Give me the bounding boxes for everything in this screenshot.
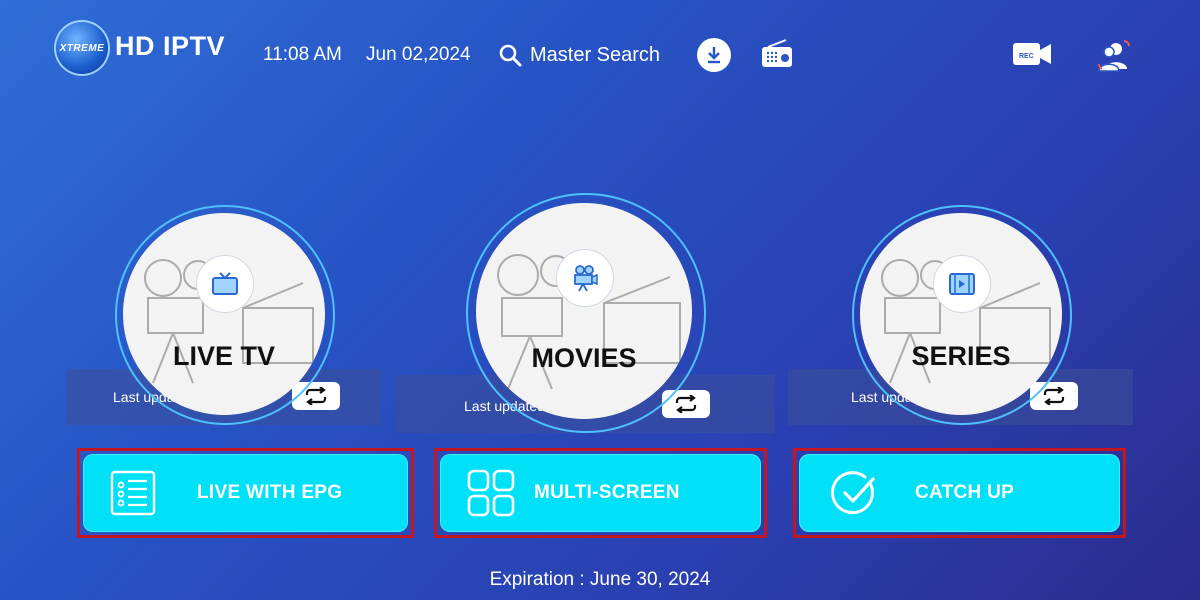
multi-screen-button[interactable]: MULTI-SCREEN bbox=[434, 448, 767, 538]
list-icon bbox=[110, 470, 156, 516]
switch-user-button[interactable] bbox=[1096, 38, 1132, 79]
expiration-date: Expiration : June 30, 2024 bbox=[489, 569, 711, 590]
download-icon bbox=[708, 47, 720, 64]
film-equipment-illustration bbox=[497, 254, 681, 390]
master-search-label: Master Search bbox=[530, 43, 661, 66]
radio-button[interactable] bbox=[760, 39, 794, 74]
film-icon bbox=[949, 273, 975, 295]
multi-screen-label: MULTI-SCREEN bbox=[534, 482, 680, 503]
projector-icon bbox=[574, 265, 598, 292]
rec-badge: REC bbox=[1019, 53, 1034, 60]
live-tv-card[interactable]: LIVE TV bbox=[115, 205, 335, 425]
movies-disc: MOVIES bbox=[476, 203, 692, 419]
multi-screen-surface: MULTI-SCREEN bbox=[440, 454, 761, 532]
live-with-epg-button[interactable]: LIVE WITH EPG bbox=[77, 448, 414, 538]
series-card[interactable]: SERIES bbox=[852, 205, 1072, 425]
master-search-button[interactable]: Master Search bbox=[498, 40, 660, 70]
download-button[interactable] bbox=[697, 38, 731, 72]
clock-time: 11:08 AM bbox=[263, 44, 342, 65]
live-with-epg-label: LIVE WITH EPG bbox=[197, 482, 343, 503]
current-date: Jun 02,2024 bbox=[366, 44, 471, 65]
movies-icon-badge bbox=[556, 249, 614, 307]
live-tv-label: LIVE TV bbox=[172, 341, 275, 371]
logo-text: XTREME bbox=[59, 42, 105, 54]
tv-icon bbox=[212, 272, 238, 295]
record-button[interactable]: REC bbox=[1012, 40, 1052, 73]
app-logo: XTREME bbox=[54, 20, 110, 76]
app-title: HD IPTV bbox=[115, 31, 226, 61]
movies-label: MOVIES bbox=[531, 343, 637, 373]
series-disc: SERIES bbox=[860, 213, 1062, 415]
movies-card[interactable]: MOVIES bbox=[466, 193, 706, 433]
live-tv-icon-badge bbox=[196, 255, 254, 313]
grid-icon bbox=[467, 469, 515, 517]
series-label: SERIES bbox=[911, 341, 1011, 371]
catch-up-surface: CATCH UP bbox=[799, 454, 1120, 532]
live-with-epg-surface: LIVE WITH EPG bbox=[83, 454, 408, 532]
film-equipment-illustration bbox=[881, 259, 1051, 384]
catch-up-button[interactable]: CATCH UP bbox=[793, 448, 1126, 538]
catch-up-label: CATCH UP bbox=[915, 482, 1015, 503]
switch-user-icon bbox=[1098, 40, 1130, 72]
check-circle-icon bbox=[831, 471, 875, 515]
live-tv-disc: LIVE TV bbox=[123, 213, 325, 415]
radio-icon bbox=[762, 39, 792, 67]
search-icon bbox=[499, 44, 522, 67]
film-equipment-illustration bbox=[144, 259, 314, 384]
series-icon-badge bbox=[933, 255, 991, 313]
